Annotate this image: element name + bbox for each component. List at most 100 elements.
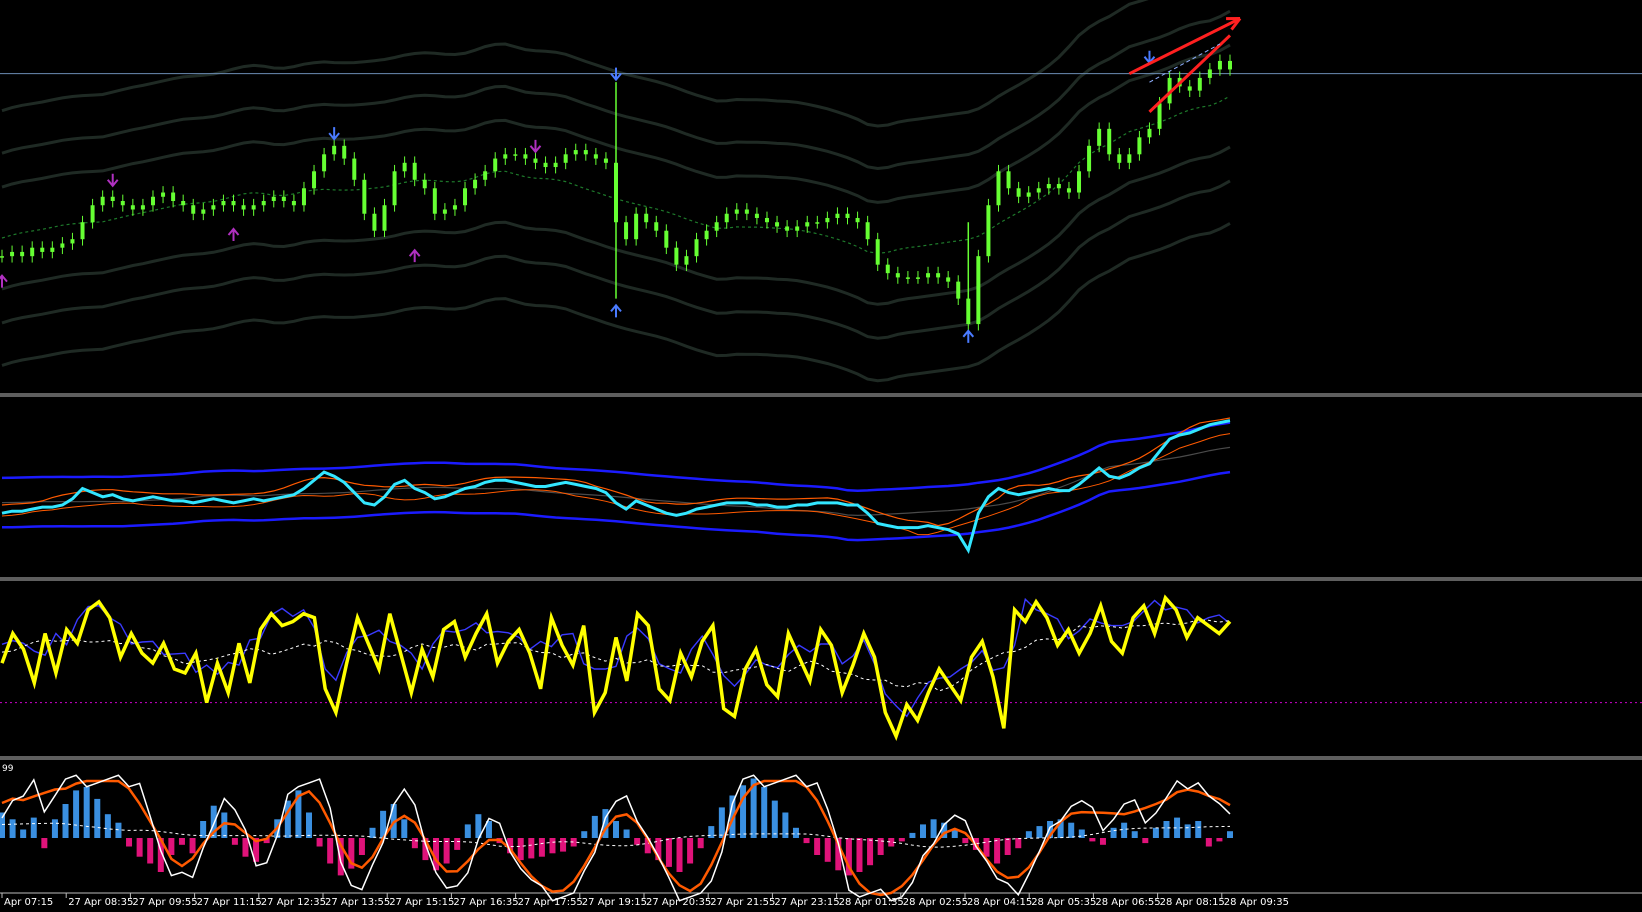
candle-body (392, 171, 397, 206)
candle-body (1107, 128, 1112, 155)
candle-body (1157, 103, 1162, 129)
histogram-bar-negative (665, 838, 672, 867)
histogram-bar-negative (676, 838, 683, 872)
histogram-bar-negative (994, 838, 1001, 864)
candle-body (634, 213, 639, 240)
x-tick-label: 28 Apr 08:15 (1160, 897, 1225, 908)
histogram-bar-negative (1216, 838, 1223, 842)
candle-body (1207, 69, 1212, 78)
x-tick-label: 27 Apr 19:15 (582, 897, 647, 908)
candle-body (201, 209, 206, 214)
candle-body (452, 205, 457, 210)
candle-body (734, 209, 739, 214)
histogram-bar-positive (613, 821, 619, 838)
histogram-bar-negative (316, 838, 323, 847)
candle-body (171, 192, 176, 201)
candle-body (301, 188, 306, 206)
x-tick-label: 27 Apr 16:35 (453, 897, 518, 908)
histogram-bar-positive (909, 832, 916, 838)
histogram-bar-positive (1078, 829, 1085, 838)
candle-body (1127, 154, 1132, 163)
histogram-bar-positive (1184, 824, 1191, 838)
x-tick-label: 28 Apr 02:55 (903, 897, 968, 908)
candle-body (1006, 171, 1011, 189)
candle-body (130, 205, 135, 210)
candle-body (553, 162, 558, 168)
candle-body (875, 239, 880, 265)
histogram-bar-positive (20, 829, 27, 838)
x-tick-label: Apr 07:15 (4, 897, 53, 908)
histogram-bar-negative (687, 838, 694, 864)
x-tick-label: 27 Apr 20:35 (646, 897, 711, 908)
candle-body (40, 247, 45, 252)
x-tick-label: 27 Apr 12:35 (261, 897, 326, 908)
histogram-bar-negative (1089, 838, 1096, 842)
candle-body (563, 154, 568, 163)
candle-body (684, 256, 689, 265)
histogram-bar-negative (856, 838, 863, 872)
x-tick-label: 28 Apr 01:35 (839, 897, 904, 908)
candle-body (10, 251, 15, 257)
candle-body (674, 247, 679, 265)
candle-body (281, 196, 286, 201)
histogram-bar-positive (115, 822, 122, 838)
candle-body (140, 205, 145, 210)
histogram-bar-negative (634, 838, 641, 845)
trading-chart[interactable]: 99 Apr 07:15 27 Apr 08:3527 Apr 09:5527 A… (0, 0, 1642, 912)
candle-body (60, 243, 65, 248)
candle-body (161, 192, 166, 197)
candle-body (1056, 184, 1061, 189)
histogram-bar-negative (358, 838, 365, 855)
histogram-bar-positive (740, 785, 747, 838)
x-tick-label: 27 Apr 11:15 (197, 897, 262, 908)
histogram-bar-negative (1099, 838, 1106, 845)
candle-body (382, 205, 387, 231)
histogram-bar-positive (1036, 826, 1043, 838)
candle-body (100, 196, 105, 206)
x-tick-label: 28 Apr 04:15 (967, 897, 1032, 908)
histogram-bar-positive (73, 790, 80, 838)
histogram-bar-positive (83, 787, 90, 838)
histogram-bar-positive (1131, 831, 1138, 838)
candle-body (855, 217, 860, 223)
histogram-bar-positive (94, 798, 101, 838)
x-tick-label: 27 Apr 17:55 (518, 897, 583, 908)
candle-body (1147, 128, 1152, 138)
histogram-bar-positive (581, 831, 588, 838)
candle-body (150, 196, 155, 206)
candle-body (513, 154, 518, 156)
histogram-bar-negative (454, 838, 461, 850)
candle-body (332, 145, 337, 155)
x-tick-label: 27 Apr 23:15 (774, 897, 839, 908)
histogram-bar-positive (30, 817, 37, 838)
candle-body (342, 145, 347, 159)
candle-body (30, 247, 35, 257)
candle-body (261, 201, 266, 206)
candle-body (493, 158, 498, 172)
candle-body (352, 158, 357, 180)
histogram-bar-negative (517, 838, 524, 861)
candle-body (624, 222, 629, 240)
candle-body (523, 154, 528, 159)
histogram-bar-negative (824, 838, 831, 862)
histogram-bar-negative (1205, 838, 1212, 847)
x-tick-label: 27 Apr 15:15 (389, 897, 454, 908)
histogram-bar-positive (464, 824, 471, 838)
histogram-bar-negative (538, 838, 545, 857)
histogram-bar-negative (1015, 838, 1022, 849)
histogram-bar-negative (528, 838, 535, 859)
x-tick-label: 28 Apr 05:35 (1031, 897, 1096, 908)
candle-body (1046, 184, 1051, 189)
histogram-bar-positive (104, 814, 111, 838)
candle-body (1197, 77, 1202, 91)
candle-body (543, 162, 548, 168)
oscillator-3-level-label: 99 (2, 764, 14, 774)
histogram-bar-negative (242, 838, 249, 857)
histogram-bar-positive (761, 787, 768, 838)
candle-body (1026, 192, 1031, 197)
histogram-bar-negative (231, 838, 238, 845)
histogram-bar-negative (1004, 838, 1011, 855)
x-tick-label: 27 Apr 21:55 (710, 897, 775, 908)
x-tick-label: 27 Apr 08:35 (68, 897, 133, 908)
candle-body (764, 217, 769, 223)
